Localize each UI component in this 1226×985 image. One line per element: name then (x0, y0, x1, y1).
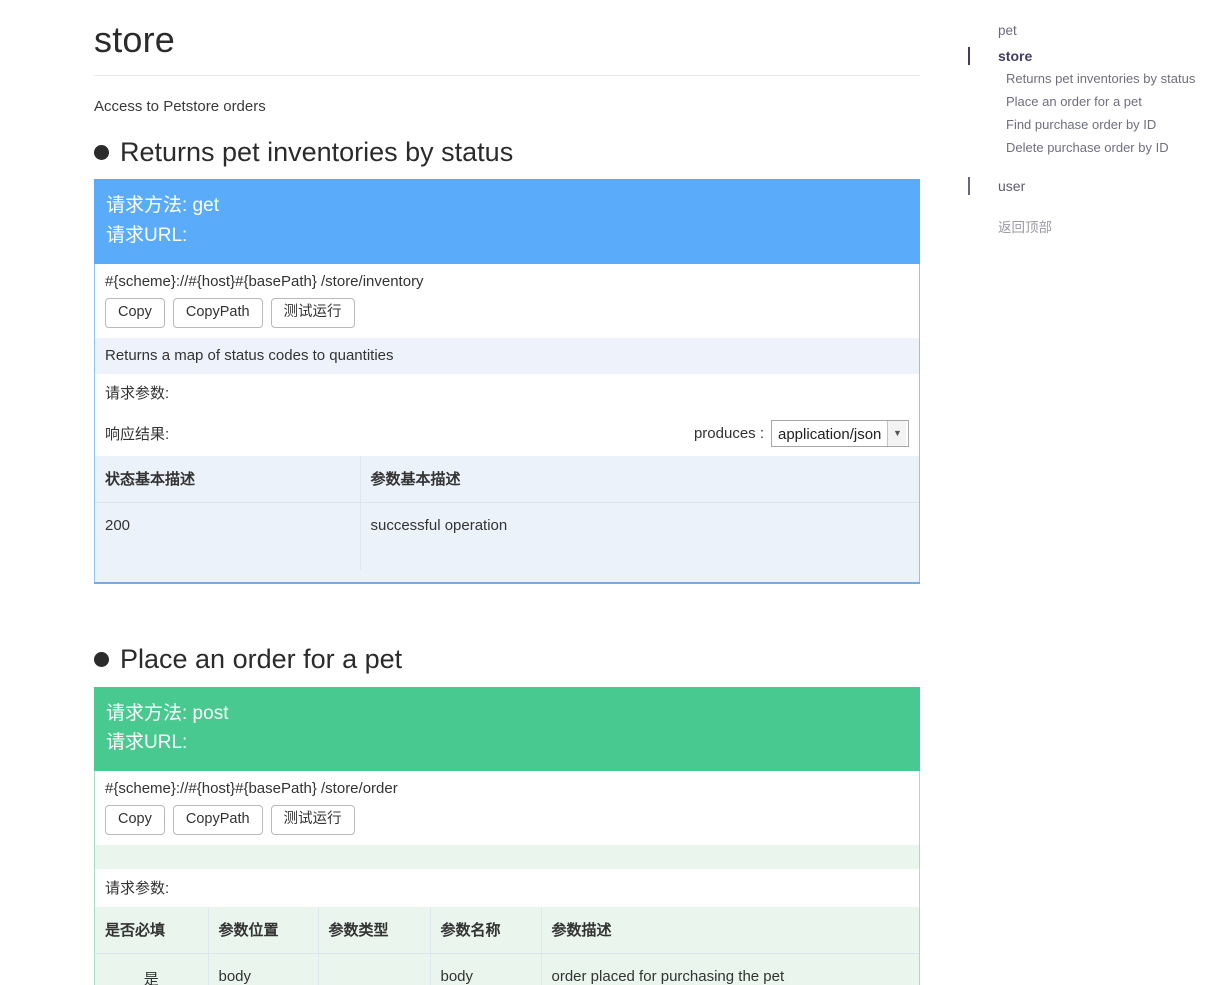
sidebar-group-user: user (968, 174, 1218, 198)
produces-label: produces : (693, 424, 764, 442)
column-header: 参数类型 (318, 907, 431, 955)
method-line: 请求方法: get (106, 195, 219, 217)
bullet-icon (94, 652, 109, 668)
operation-description-post (95, 845, 919, 870)
operation-panel-get: 请求方法: get 请求URL: #{scheme}://#{host}#{ba… (94, 179, 920, 585)
column-header: 参数描述 (541, 907, 919, 955)
panel-header-get: 请求方法: get 请求URL: (94, 179, 920, 265)
page-root: store Access to Petstore orders Returns … (0, 0, 1226, 985)
chevron-down-icon[interactable]: ▼ (887, 420, 907, 446)
column-header: 状态基本描述 (95, 455, 361, 503)
url-button-row: Copy CopyPath 测试运行 (105, 298, 909, 328)
operation-panel-post: 请求方法: post 请求URL: #{scheme}://#{host}#{b… (94, 686, 920, 985)
status-code-cell: 200 (95, 502, 361, 571)
column-header: 参数位置 (208, 907, 319, 955)
sidebar-item-pet[interactable]: pet (968, 18, 1218, 44)
bullet-icon (94, 145, 109, 161)
operation-title: Place an order for a pet (120, 644, 403, 675)
operation-heading-post: Place an order for a pet (94, 644, 924, 675)
url-line-label: 请求URL: (106, 224, 188, 246)
sidebar-item-user[interactable]: user (968, 174, 1218, 198)
panel-header-post: 请求方法: post 请求URL: (94, 686, 920, 772)
param-required-cell: 是 (95, 953, 209, 985)
request-url-text: #{scheme}://#{host}#{basePath} /store/or… (105, 780, 398, 798)
test-run-button[interactable]: 测试运行 (270, 805, 355, 836)
request-params-row-post: 请求参数: (95, 869, 919, 908)
page-title: store (94, 19, 176, 60)
operation-heading-get: Returns pet inventories by status (94, 137, 924, 168)
table-row: 是 body body order placed for purchasing … (95, 953, 919, 985)
column-header: 是否必填 (95, 907, 209, 955)
column-header: 参数名称 (430, 907, 542, 955)
produces-value: application/json (778, 425, 882, 443)
table-bottom-pad (95, 570, 919, 583)
produces-group-get: produces : application/json ▼ (693, 419, 909, 447)
copy-path-button[interactable]: CopyPath (172, 298, 263, 328)
response-row-get: 响应结果: produces : application/json ▼ (95, 411, 919, 456)
param-description-cell: order placed for purchasing the pet (541, 953, 919, 985)
toc-sidebar: pet store Returns pet inventories by sta… (968, 18, 1218, 240)
param-location-cell: body (208, 953, 319, 985)
request-url-text: #{scheme}://#{host}#{basePath} /store/in… (105, 273, 424, 291)
title-divider (94, 75, 920, 77)
table-header-row: 是否必填 参数位置 参数类型 参数名称 参数描述 (95, 907, 919, 955)
param-type-cell (318, 953, 431, 985)
group-indicator-bar (968, 176, 970, 195)
response-label: 响应结果: (105, 425, 170, 443)
sidebar-subitem-returns-inventories[interactable]: Returns pet inventories by status (968, 68, 1218, 91)
method-line: 请求方法: post (106, 702, 229, 724)
sidebar-group-store: store (968, 44, 1218, 68)
url-row-get: #{scheme}://#{host}#{basePath} /store/in… (95, 264, 919, 338)
sidebar-store-children: Returns pet inventories by status Place … (968, 68, 1218, 159)
request-params-row-get: 请求参数: (95, 373, 919, 412)
table-row: 200 successful operation (95, 502, 919, 571)
url-line-label: 请求URL: (106, 731, 188, 753)
copy-button[interactable]: Copy (105, 298, 165, 328)
page-description: Access to Petstore orders (94, 98, 266, 116)
request-params-label: 请求参数: (105, 880, 170, 898)
produces-select-get[interactable]: application/json ▼ (771, 419, 909, 447)
test-run-button[interactable]: 测试运行 (270, 298, 355, 328)
active-indicator-bar (968, 47, 970, 66)
status-description-cell: successful operation (360, 502, 919, 571)
copy-button[interactable]: Copy (105, 805, 165, 836)
operation-title: Returns pet inventories by status (120, 137, 514, 168)
request-params-table-post: 是否必填 参数位置 参数类型 参数名称 参数描述 是 body body ord… (95, 907, 919, 985)
operation-description-get: Returns a map of status codes to quantit… (95, 337, 919, 374)
request-params-label: 请求参数: (105, 384, 170, 402)
main-content: store Access to Petstore orders Returns … (94, 0, 924, 985)
table-header-row: 状态基本描述 参数基本描述 (95, 455, 919, 503)
sidebar-subitem-delete-order[interactable]: Delete purchase order by ID (968, 137, 1218, 160)
param-name-cell: body (430, 953, 542, 985)
url-button-row: Copy CopyPath 测试运行 (105, 805, 909, 836)
copy-path-button[interactable]: CopyPath (172, 805, 263, 836)
response-table-get: 状态基本描述 参数基本描述 200 successful operation (95, 455, 919, 571)
sidebar-subitem-find-order[interactable]: Find purchase order by ID (968, 114, 1218, 137)
back-to-top-link[interactable]: 返回顶部 (968, 212, 1218, 240)
url-row-post: #{scheme}://#{host}#{basePath} /store/or… (95, 771, 919, 846)
sidebar-item-store[interactable]: store (968, 44, 1218, 68)
sidebar-subitem-place-order[interactable]: Place an order for a pet (968, 91, 1218, 114)
column-header: 参数基本描述 (360, 455, 919, 503)
